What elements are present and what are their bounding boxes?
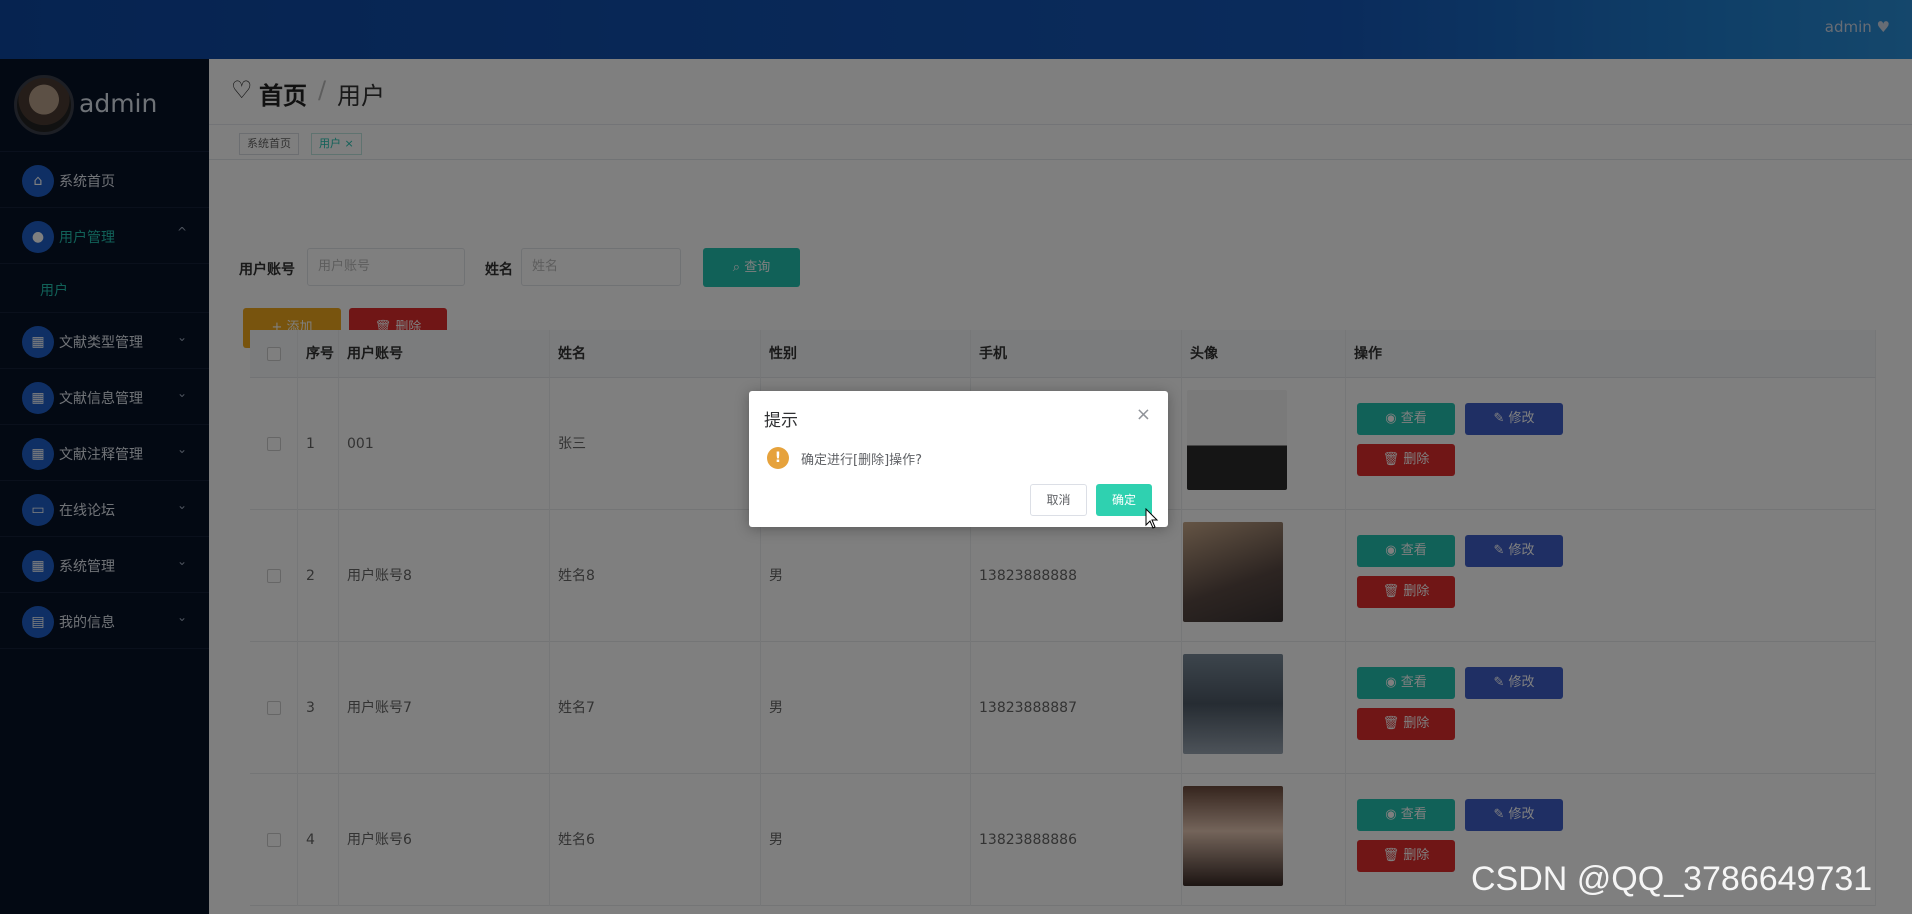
dialog-message: 确定进行[删除]操作? — [801, 453, 923, 468]
cancel-button[interactable]: 取消 — [1030, 484, 1087, 516]
close-icon[interactable]: × — [1136, 404, 1151, 425]
confirm-dialog: 提示 × ! 确定进行[删除]操作? 取消 确定 — [749, 391, 1168, 527]
watermark: CSDN @QQ_3786649731 — [1471, 860, 1873, 898]
dialog-title: 提示 — [764, 411, 798, 431]
confirm-button[interactable]: 确定 — [1096, 484, 1152, 516]
warning-icon: ! — [767, 447, 789, 469]
mouse-cursor-icon — [1145, 508, 1159, 529]
